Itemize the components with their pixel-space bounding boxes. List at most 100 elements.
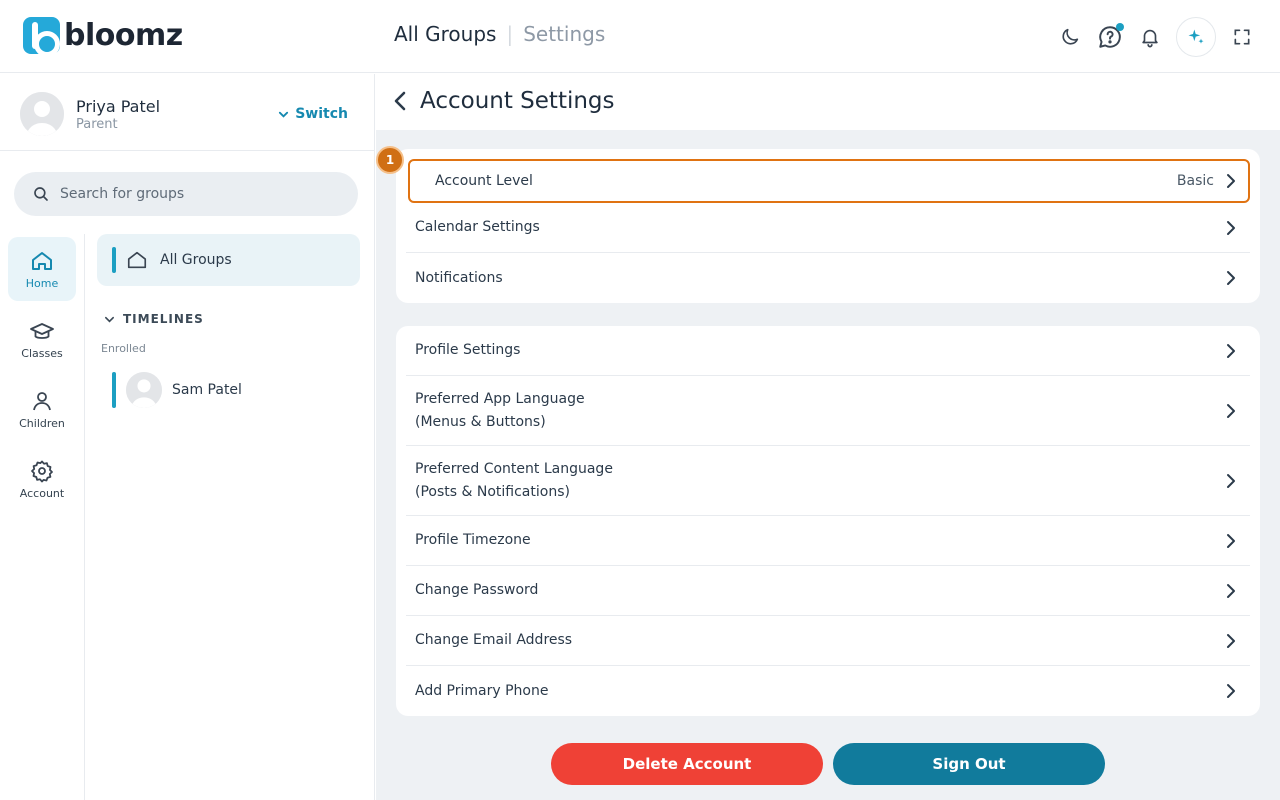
notifications-row[interactable]: Notifications [406, 253, 1250, 303]
row-right [1226, 633, 1236, 649]
change-password-row[interactable]: Change Password [406, 566, 1250, 616]
home-icon [32, 251, 52, 270]
chevron-down-icon [279, 111, 289, 118]
calendar-settings-row[interactable]: Calendar Settings [406, 203, 1250, 253]
profile-role: Parent [76, 117, 118, 132]
page-title: Account Settings [420, 88, 615, 114]
chevron-down-icon [105, 316, 114, 323]
search-icon [34, 187, 48, 201]
avatar[interactable] [20, 92, 64, 136]
back-button[interactable] [388, 88, 412, 114]
gear-icon [31, 460, 53, 482]
sparkle-icon[interactable] [1176, 17, 1216, 57]
row-sublabel: (Posts & Notifications) [415, 483, 570, 500]
help-bubble-icon[interactable] [1096, 18, 1124, 56]
timelines-toggle[interactable]: TIMELINES [104, 312, 204, 326]
all-groups-label: All Groups [160, 252, 232, 268]
breadcrumb-separator: | [506, 22, 514, 46]
chevron-right-icon [1227, 403, 1235, 418]
chevron-right-icon [1227, 633, 1235, 648]
row-sublabel: (Menus & Buttons) [415, 413, 546, 430]
brand-name: bloomz [64, 18, 183, 53]
account-level-row[interactable]: Account Level Basic [408, 159, 1250, 203]
rail-item-home[interactable]: Home [8, 237, 76, 301]
bloomz-logo[interactable]: bloomz [23, 17, 183, 57]
rail-label-home: Home [25, 276, 59, 290]
row-right [1226, 343, 1236, 359]
child-item-sam-patel[interactable]: Sam Patel [112, 372, 242, 408]
search-input[interactable]: Search for groups [14, 172, 358, 216]
chevron-right-icon [1227, 174, 1235, 188]
child-name: Sam Patel [172, 382, 242, 398]
chevron-right-icon [1227, 220, 1235, 235]
row-label: Change Password [415, 582, 539, 598]
add-primary-phone-row[interactable]: Add Primary Phone [406, 666, 1250, 716]
row-right [1226, 533, 1236, 549]
row-label: Change Email Address [415, 632, 573, 648]
row-label: Notifications [415, 269, 503, 286]
switch-profile-button[interactable]: Switch [278, 106, 348, 122]
profile-header: Priya Patel Parent Switch [0, 74, 375, 151]
search-placeholder: Search for groups [60, 186, 185, 202]
profile-timezone-row[interactable]: Profile Timezone [406, 516, 1250, 566]
person-icon [33, 391, 51, 410]
breadcrumb-settings: Settings [523, 22, 606, 46]
content-language-row[interactable]: Preferred Content Language (Posts & Noti… [406, 446, 1250, 516]
chevron-right-icon [1227, 533, 1235, 548]
nav-rail: Home Classes Children Account [0, 234, 85, 800]
account-level-value: Basic [1176, 173, 1214, 189]
rail-item-children[interactable]: Children [8, 377, 76, 441]
left-panel: Priya Patel Parent Switch Search for gro… [0, 74, 375, 800]
row-right [1226, 683, 1236, 699]
all-groups-item[interactable]: All Groups [97, 234, 360, 286]
step-badge: 1 [376, 146, 404, 174]
groups-panel: All Groups TIMELINES Enrolled Sam Patel [86, 234, 374, 800]
chevron-right-icon [1227, 583, 1235, 598]
breadcrumb-all-groups[interactable]: All Groups [394, 22, 496, 46]
row-label: Calendar Settings [415, 219, 540, 235]
profile-settings-row[interactable]: Profile Settings [406, 326, 1250, 376]
bell-icon[interactable] [1136, 18, 1164, 56]
rail-item-account[interactable]: Account [8, 447, 76, 511]
row-right [1226, 270, 1236, 286]
moon-icon[interactable] [1056, 18, 1084, 56]
main-content: Account Settings Account Level Basic Cal… [376, 74, 1280, 800]
row-right [1226, 473, 1236, 489]
row-text: Preferred App Language (Menus & Buttons) [415, 388, 585, 434]
header-actions [1056, 17, 1256, 57]
home-icon [127, 251, 147, 269]
fullscreen-icon[interactable] [1228, 18, 1256, 56]
notification-dot [1116, 23, 1124, 31]
rail-label-account: Account [19, 486, 65, 500]
row-label: Profile Timezone [415, 532, 531, 548]
avatar [126, 372, 162, 408]
settings-card-profile: Profile Settings Preferred App Language … [396, 326, 1260, 716]
delete-account-button[interactable]: Delete Account [551, 743, 823, 785]
active-indicator [112, 372, 116, 408]
rail-label-children: Children [19, 416, 65, 430]
row-right [1226, 403, 1236, 419]
chevron-right-icon [1227, 343, 1235, 358]
enrolled-label: Enrolled [101, 342, 146, 355]
row-label: Preferred App Language [415, 390, 585, 407]
chevron-right-icon [1227, 271, 1235, 285]
chevron-right-icon [1227, 473, 1235, 488]
sign-out-button[interactable]: Sign Out [833, 743, 1105, 785]
switch-label: Switch [295, 106, 348, 122]
row-label: Add Primary Phone [415, 682, 549, 699]
change-email-row[interactable]: Change Email Address [406, 616, 1250, 666]
top-header: bloomz All Groups | Settings [0, 0, 1280, 73]
page-breadcrumb: All Groups | Settings [394, 22, 605, 46]
chevron-right-icon [1227, 684, 1235, 698]
chevron-left-icon [394, 91, 406, 111]
timelines-label: TIMELINES [123, 312, 204, 326]
row-label: Profile Settings [415, 342, 521, 358]
row-label: Account Level [435, 172, 533, 189]
rail-item-classes[interactable]: Classes [8, 307, 76, 371]
row-text: Preferred Content Language (Posts & Noti… [415, 458, 613, 504]
app-language-row[interactable]: Preferred App Language (Menus & Buttons) [406, 376, 1250, 446]
profile-name: Priya Patel [76, 97, 161, 116]
bloomz-logo-icon [23, 17, 60, 57]
graduation-cap-icon [30, 322, 54, 339]
row-right: Basic [1177, 173, 1236, 189]
